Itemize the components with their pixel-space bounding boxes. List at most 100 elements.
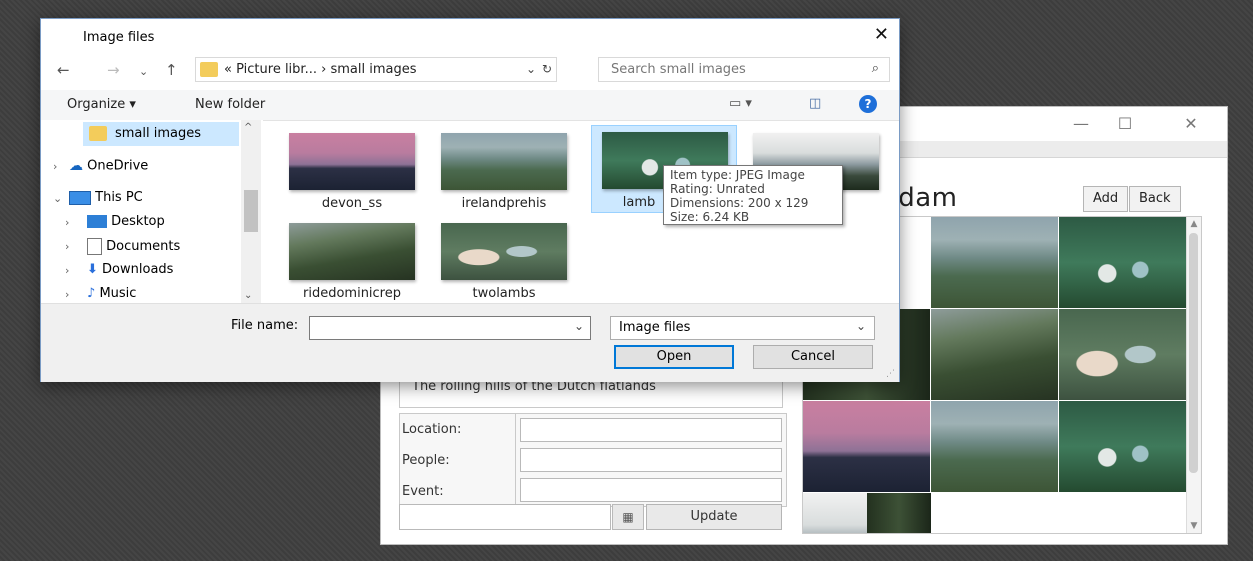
tooltip-type: Item type: JPEG Image <box>670 168 805 182</box>
search-placeholder: Search small images <box>611 62 746 77</box>
date-field[interactable] <box>399 504 611 530</box>
scrollbar-thumb[interactable] <box>244 190 258 232</box>
folder-icon <box>200 62 218 77</box>
recent-locations-icon[interactable]: ⌄ <box>139 65 148 78</box>
people-label: People: <box>402 453 450 468</box>
people-field[interactable] <box>520 448 782 472</box>
maximize-icon[interactable]: ☐ <box>1105 113 1145 135</box>
gallery-photo[interactable] <box>1059 217 1186 308</box>
chevron-right-icon[interactable]: › <box>65 240 69 253</box>
file-item[interactable]: twolambs <box>431 217 577 305</box>
metadata-grid: Location: People: Event: <box>399 413 787 507</box>
search-icon[interactable]: ⌕ <box>872 61 879 76</box>
nav-item-label: small images <box>115 126 202 141</box>
computer-icon <box>69 190 91 205</box>
update-button[interactable]: Update <box>646 504 782 530</box>
nav-item-label: Desktop <box>111 214 165 229</box>
chevron-down-icon[interactable]: ⌄ <box>53 192 62 205</box>
chevron-right-icon[interactable]: › <box>65 216 69 229</box>
back-button[interactable]: Back <box>1129 186 1181 212</box>
meta-separator <box>515 414 516 506</box>
nav-item-music[interactable]: ♪ Music <box>87 286 136 301</box>
gallery-photo[interactable] <box>1059 309 1186 400</box>
file-item[interactable]: irelandprehis <box>431 127 577 215</box>
calendar-icon[interactable]: ▦ <box>612 504 644 530</box>
gallery-photo[interactable] <box>1059 401 1186 492</box>
nav-item-desktop[interactable]: Desktop <box>87 214 165 229</box>
scroll-down-icon[interactable]: ▼ <box>1187 519 1201 533</box>
breadcrumb[interactable]: « Picture libr... › small images <box>224 62 417 77</box>
minimize-icon[interactable]: — <box>1061 113 1101 135</box>
folder-icon <box>89 126 107 141</box>
gallery-photo[interactable] <box>803 493 867 533</box>
nav-item-small-images[interactable]: small images <box>83 122 239 146</box>
scrollbar-thumb[interactable] <box>1189 233 1198 473</box>
up-arrow-icon[interactable]: ↑ <box>165 61 178 79</box>
navigation-pane: small images › ☁ OneDrive ⌄ This PC › De… <box>41 120 263 303</box>
gallery-photo[interactable] <box>867 493 931 533</box>
search-input[interactable]: Search small images ⌕ <box>598 57 890 82</box>
file-type-value: Image files <box>619 320 691 335</box>
nav-item-label: Documents <box>106 239 181 254</box>
close-icon[interactable]: ✕ <box>1171 113 1211 135</box>
document-icon <box>87 238 102 255</box>
nav-item-label: Music <box>99 286 137 301</box>
forward-arrow-icon[interactable]: → <box>107 61 120 79</box>
file-item[interactable]: ridedominicrep <box>279 217 425 305</box>
cancel-button[interactable]: Cancel <box>753 345 873 369</box>
back-arrow-icon[interactable]: ← <box>57 61 70 79</box>
file-name: twolambs <box>472 286 536 301</box>
chevron-down-icon[interactable]: ⌄ <box>574 319 584 333</box>
scroll-up-icon[interactable]: ^ <box>244 122 252 133</box>
file-name-label: File name: <box>231 318 299 333</box>
event-field[interactable] <box>520 478 782 502</box>
download-icon: ⬇ <box>87 262 98 277</box>
nav-item-downloads[interactable]: ⬇ Downloads <box>87 262 173 277</box>
gallery-photo[interactable] <box>931 401 1058 492</box>
location-field[interactable] <box>520 418 782 442</box>
chevron-right-icon[interactable]: › <box>65 264 69 277</box>
nav-scrollbar[interactable]: ^ ⌄ <box>241 120 261 303</box>
add-button[interactable]: Add <box>1083 186 1129 212</box>
new-folder-button[interactable]: New folder <box>195 97 265 112</box>
scroll-up-icon[interactable]: ▲ <box>1187 217 1201 231</box>
breadcrumb-overflow[interactable]: « <box>224 62 232 77</box>
dialog-title: Image files <box>83 30 155 45</box>
thumbnail <box>289 133 415 190</box>
view-options-icon[interactable]: ▭ ▾ <box>729 96 752 111</box>
gallery-photo[interactable] <box>803 401 930 492</box>
nav-item-documents[interactable]: Documents <box>87 238 180 255</box>
tooltip-rating: Rating: Unrated <box>670 182 765 196</box>
open-button[interactable]: Open <box>614 345 734 369</box>
file-name-input[interactable]: ⌄ <box>309 316 591 340</box>
tooltip-dimensions: Dimensions: 200 x 129 <box>670 196 809 210</box>
file-item[interactable]: devon_ss <box>279 127 425 215</box>
dialog-toolbar: Organize ▾ New folder ▭ ▾ ◫ ? <box>41 90 899 121</box>
preview-pane-icon[interactable]: ◫ <box>809 96 821 111</box>
gallery-photo[interactable] <box>931 309 1058 400</box>
chevron-right-icon[interactable]: › <box>65 288 69 301</box>
breadcrumb-small-images[interactable]: small images <box>330 62 416 77</box>
refresh-icon[interactable]: ↻ <box>542 62 552 76</box>
file-name: devon_ss <box>321 196 383 211</box>
location-label: Location: <box>402 422 462 437</box>
resize-grip-icon[interactable]: ⋰ <box>886 369 895 379</box>
chevron-right-icon[interactable]: › <box>53 160 57 173</box>
scroll-down-icon[interactable]: ⌄ <box>244 290 252 301</box>
help-icon[interactable]: ? <box>859 95 877 113</box>
gallery-photo[interactable] <box>931 217 1058 308</box>
nav-item-label: This PC <box>95 190 143 205</box>
organize-menu[interactable]: Organize ▾ <box>67 97 136 112</box>
gallery-scrollbar[interactable]: ▲ ▼ <box>1186 217 1201 533</box>
address-dropdown-icon[interactable]: ⌄ <box>526 62 536 76</box>
file-type-select[interactable]: Image files ⌄ <box>610 316 875 340</box>
file-tooltip: Item type: JPEG Image Rating: Unrated Di… <box>663 165 843 225</box>
nav-item-onedrive[interactable]: ☁ OneDrive <box>69 158 148 174</box>
address-bar[interactable]: « Picture libr... › small images ⌄ ↻ <box>195 57 557 82</box>
desktop-icon <box>87 215 107 228</box>
close-icon[interactable]: ✕ <box>874 24 889 45</box>
chevron-down-icon[interactable]: ⌄ <box>856 319 866 333</box>
thumbnail <box>441 223 567 280</box>
breadcrumb-picture-library[interactable]: Picture libr... <box>236 62 317 77</box>
nav-item-this-pc[interactable]: This PC <box>69 190 143 205</box>
